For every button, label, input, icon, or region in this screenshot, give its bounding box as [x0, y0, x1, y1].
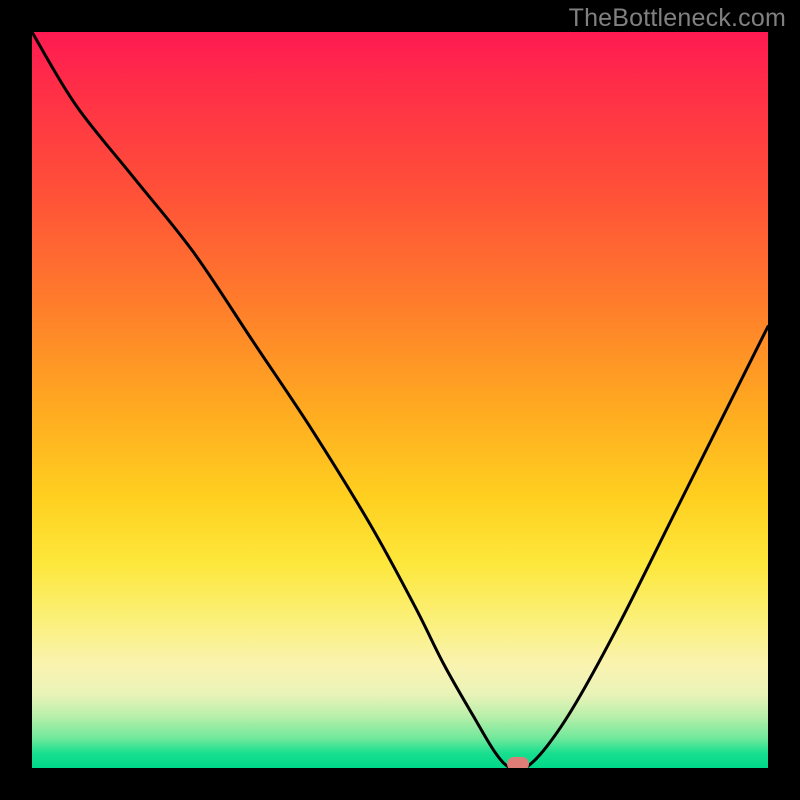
optimal-point-marker: [507, 757, 529, 768]
chart-frame: TheBottleneck.com: [0, 0, 800, 800]
plot-area: [32, 32, 768, 768]
watermark-text: TheBottleneck.com: [569, 4, 786, 33]
bottleneck-curve: [32, 32, 768, 768]
